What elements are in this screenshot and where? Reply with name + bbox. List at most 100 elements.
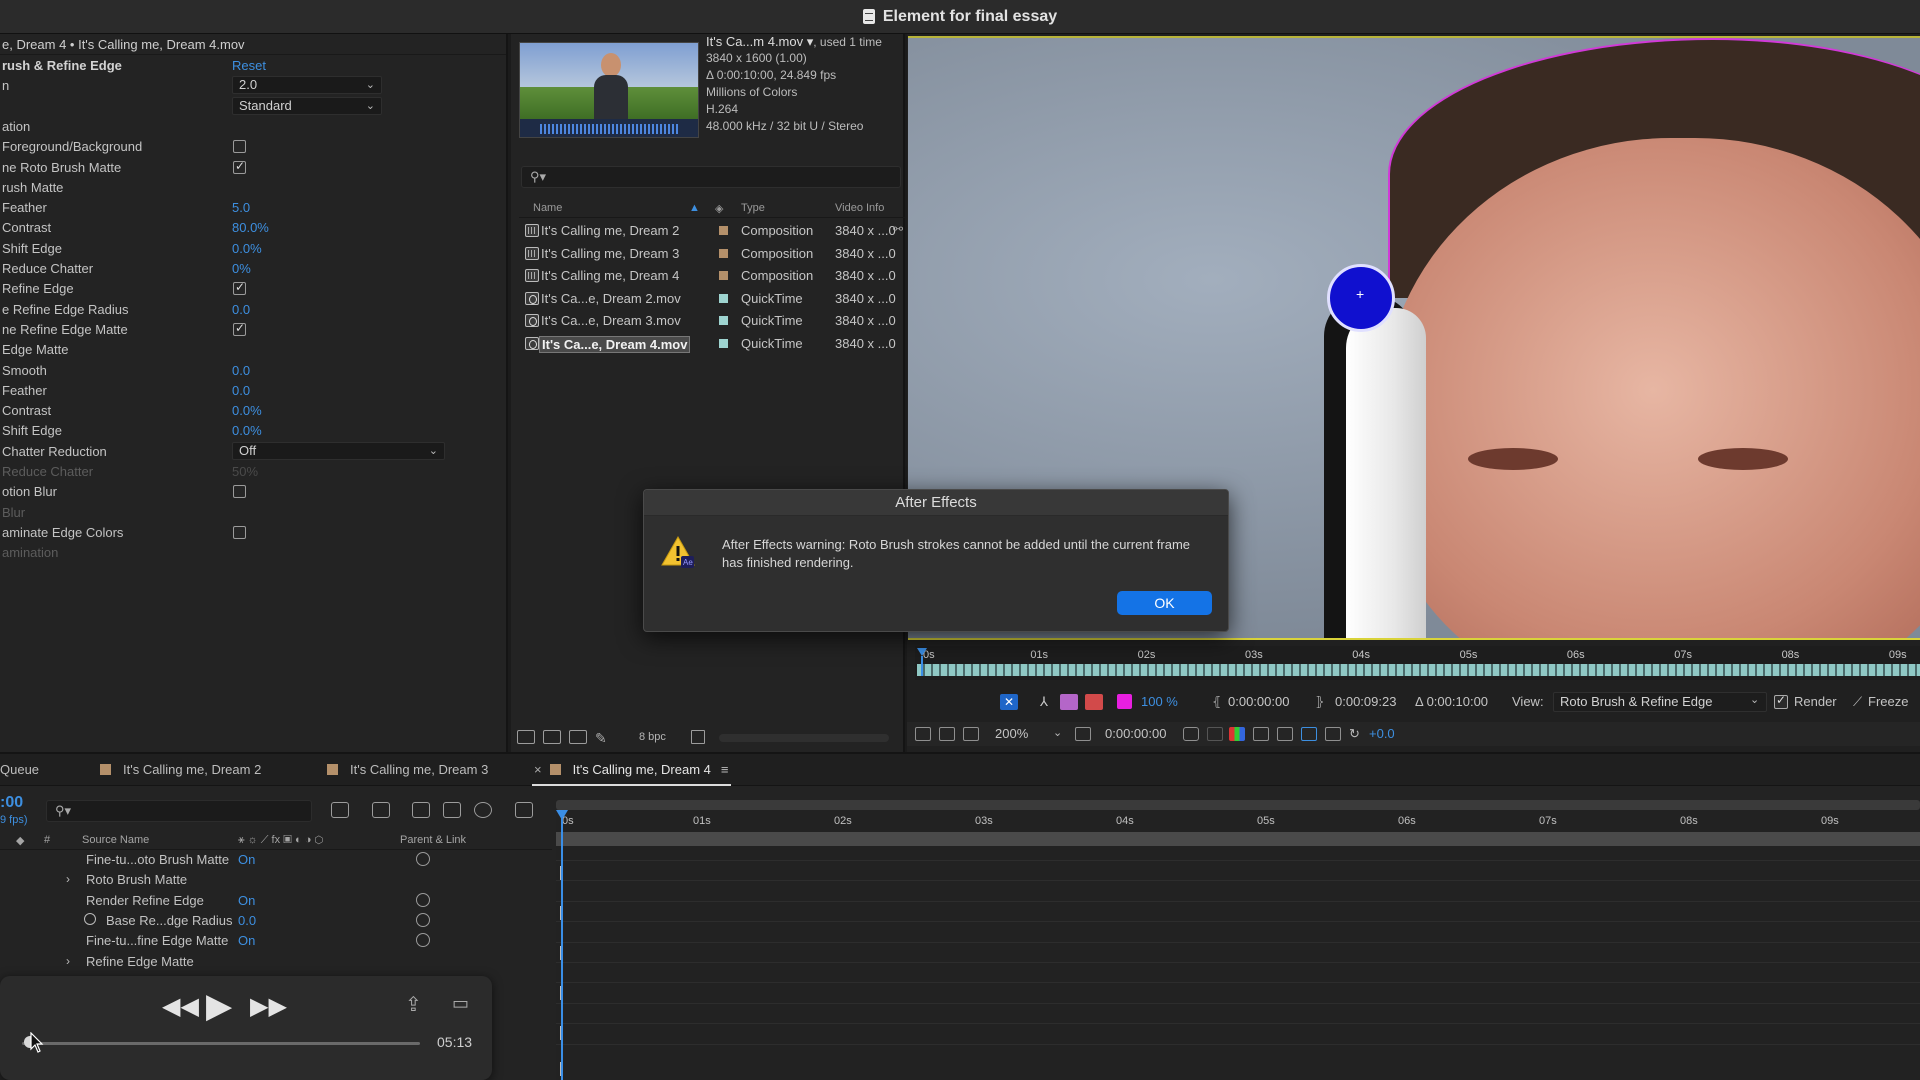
effect-value[interactable]: 0.0	[232, 363, 250, 378]
menu-icon[interactable]: ≡	[721, 762, 729, 777]
trash-icon[interactable]	[691, 730, 705, 744]
project-item[interactable]: It's Calling me, Dream 2 Composition 3840 …	[519, 220, 905, 242]
timeline-zoom-bar[interactable]	[556, 800, 1920, 810]
rewind-icon[interactable]: ◀◀	[162, 992, 199, 1021]
project-item[interactable]: It's Calling me, Dream 4 Composition 3840 …	[519, 265, 905, 287]
effect-checkbox[interactable]	[233, 280, 246, 296]
layer-property-value[interactable]: On	[238, 933, 255, 948]
project-item[interactable]: It's Calling me, Dream 3 Composition 3840 …	[519, 243, 905, 265]
column-type[interactable]: Type	[741, 202, 765, 214]
effect-value[interactable]: 0.0	[232, 383, 250, 398]
effect-value[interactable]: 50%	[232, 464, 258, 479]
effect-value[interactable]: 0.0%	[232, 403, 262, 418]
view-mode-dropdown[interactable]: Roto Brush & Refine Edge ⌄	[1553, 692, 1767, 712]
layer-property-value[interactable]: On	[238, 893, 255, 908]
parent-link-column[interactable]: Parent & Link	[400, 834, 466, 846]
rgb-icon[interactable]	[1229, 727, 1245, 741]
timeline-timecode[interactable]: :00	[0, 794, 23, 812]
layer-property-row[interactable]: Fine-tu...oto Brush Matte On	[0, 850, 552, 870]
fit-icon[interactable]	[1075, 727, 1091, 741]
graph-editor-icon[interactable]	[515, 802, 533, 818]
composition-flowchart-icon[interactable]	[331, 802, 349, 818]
shy-layers-icon[interactable]	[412, 802, 430, 818]
layer-property-row[interactable]: Base Re...dge Radius 0.0	[0, 911, 552, 931]
footage-name[interactable]: It's Ca...m 4.mov ▾, used 1 time	[706, 34, 882, 50]
pick-whip-icon[interactable]	[416, 852, 430, 866]
flowchart-icon[interactable]: ⚯	[893, 222, 903, 236]
tab-dream-2[interactable]: It's Calling me, Dream 2	[100, 762, 261, 777]
monitor-icon[interactable]	[939, 727, 955, 741]
thumbnail-size-slider[interactable]	[719, 734, 889, 742]
effect-value[interactable]: 0%	[232, 261, 251, 276]
freeze-icon[interactable]: ⟋	[1853, 694, 1862, 710]
work-area-bar[interactable]	[556, 832, 1920, 846]
twirl-arrow-icon[interactable]: ›	[66, 954, 70, 968]
magnification-value[interactable]: 200%	[995, 726, 1028, 741]
color-channel-icon[interactable]	[1207, 727, 1223, 741]
tab-dream-4[interactable]: × It's Calling me, Dream 4 ≡	[532, 762, 730, 786]
new-composition-icon[interactable]	[569, 730, 587, 744]
project-item[interactable]: It's Ca...e, Dream 4.mov QuickTime 3840 x …	[519, 333, 905, 355]
play-icon[interactable]: ▶	[206, 986, 232, 1026]
label-color-swatch[interactable]	[719, 338, 728, 348]
label-tag-icon[interactable]: ◆	[16, 834, 24, 847]
current-time[interactable]: 0:00:00:00	[1105, 726, 1166, 741]
effect-dropdown[interactable]: Standard ⌄	[232, 96, 382, 115]
frame-blending-icon[interactable]	[443, 802, 461, 818]
interpret-footage-icon[interactable]	[517, 730, 535, 744]
twirl-arrow-icon[interactable]: ›	[66, 872, 70, 886]
tab-dream-3[interactable]: It's Calling me, Dream 3	[327, 762, 488, 777]
effect-value[interactable]: 80.0%	[232, 220, 269, 235]
layer-property-row[interactable]: Fine-tu...fine Edge Matte On	[0, 931, 552, 951]
effect-value[interactable]: 5.0	[232, 200, 250, 215]
exposure-value[interactable]: +0.0	[1369, 726, 1395, 741]
figure-icon[interactable]: ⅄	[1035, 694, 1053, 710]
effect-checkbox[interactable]	[233, 159, 246, 174]
timeline-playhead[interactable]	[556, 810, 568, 1080]
picture-in-picture-icon[interactable]: ▭	[452, 993, 469, 1014]
pick-whip-icon[interactable]	[416, 892, 430, 907]
motion-blur-icon[interactable]	[474, 802, 492, 818]
roto-mode-icon[interactable]: ✕	[1000, 694, 1018, 710]
alpha-icon[interactable]	[1060, 694, 1078, 710]
sort-arrow-icon[interactable]: ▲	[689, 202, 700, 214]
column-name[interactable]: Name	[533, 202, 562, 214]
snapshot-icon[interactable]	[915, 727, 931, 741]
effect-value[interactable]: 0.0%	[232, 423, 262, 438]
layer-property-value[interactable]: 0.0	[238, 913, 256, 928]
label-color-swatch[interactable]	[719, 271, 728, 280]
roto-brush-cursor[interactable]	[1327, 264, 1395, 332]
effect-value[interactable]: 0.0	[232, 302, 250, 317]
draft-3d-icon[interactable]	[372, 802, 390, 818]
project-item[interactable]: It's Ca...e, Dream 3.mov QuickTime 3840 x …	[519, 310, 905, 332]
fast-forward-icon[interactable]: ▶▶	[250, 992, 287, 1021]
fast-preview-icon[interactable]	[1325, 727, 1341, 741]
effect-checkbox[interactable]	[233, 485, 246, 499]
viewer-time-ruler[interactable]: 0s 01s 02s 03s 04s 05s 06s 07s 08s 09s	[915, 646, 1920, 680]
effect-checkbox[interactable]	[233, 525, 246, 539]
effect-dropdown[interactable]: Off ⌄	[232, 441, 445, 460]
layer-property-value[interactable]: On	[238, 852, 255, 867]
new-folder-icon[interactable]	[543, 730, 561, 744]
out-point-icon[interactable]: ⦄	[1315, 694, 1325, 710]
freeze-button[interactable]: Freeze	[1868, 694, 1908, 709]
overlay-opacity[interactable]: 100 %	[1141, 694, 1178, 709]
pick-whip-icon[interactable]	[416, 933, 430, 948]
viewer-playhead[interactable]	[917, 648, 927, 676]
timeline-ruler[interactable]: 0s 01s 02s 03s 04s 05s 06s 07s 08s 09s	[556, 810, 1920, 832]
layer-property-row[interactable]: Render Refine Edge On	[0, 891, 552, 911]
close-icon[interactable]: ×	[534, 762, 542, 777]
label-color-swatch[interactable]	[719, 226, 728, 235]
effect-checkbox[interactable]	[233, 321, 246, 336]
vr-icon[interactable]	[963, 727, 979, 741]
region-icon[interactable]	[1253, 727, 1269, 741]
timeline-graph-area[interactable]: 0s 01s 02s 03s 04s 05s 06s 07s 08s 09s	[556, 800, 1920, 1080]
mask-icon[interactable]	[1301, 727, 1317, 741]
label-color-swatch[interactable]	[719, 248, 728, 258]
tab-render-queue[interactable]: Queue	[0, 762, 39, 777]
label-color-swatch[interactable]	[719, 293, 728, 303]
reset-exposure-icon[interactable]: ↻	[1349, 726, 1360, 742]
effect-value[interactable]: 0.0%	[232, 241, 262, 256]
source-name-column[interactable]: Source Name	[82, 834, 149, 846]
project-search-input[interactable]: ⚲▾	[521, 166, 901, 188]
